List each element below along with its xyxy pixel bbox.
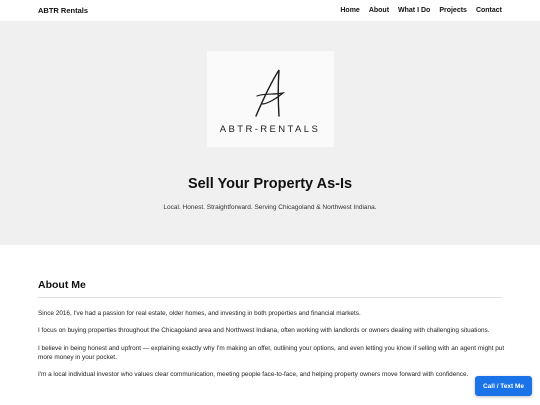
logo-a-mark-icon	[255, 69, 286, 117]
hero-title: Sell Your Property As-Is	[187, 176, 353, 192]
nav-about-link[interactable]: About	[369, 7, 389, 14]
nav-what-i-do-link[interactable]: What I Do	[398, 7, 430, 14]
nav-links: Home About What I Do Projects Contact	[340, 7, 502, 14]
about-paragraph: I focus on buying properties throughout …	[38, 327, 490, 335]
hero-subtitle: Local. Honest. Straightforward. Serving …	[163, 204, 377, 211]
about-section: About Me Since 2016, I've had a passion …	[0, 245, 540, 379]
nav-projects-link[interactable]: Projects	[439, 7, 467, 14]
nav-home-link[interactable]: Home	[340, 7, 359, 14]
about-paragraph: Since 2016, I've had a passion for real …	[38, 310, 361, 317]
about-paragraph: I believe in being honest and upfront — …	[38, 344, 505, 361]
hero-section: ABTR-RENTALS Sell Your Property As-Is Lo…	[0, 22, 540, 245]
top-navigation: ABTR Rentals Home About What I Do Projec…	[0, 0, 540, 22]
about-paragraph: I'm a local individual investor who valu…	[38, 371, 469, 379]
logo-wordmark: ABTR-RENTALS	[219, 124, 321, 135]
about-heading: About Me	[38, 279, 502, 298]
brand-name[interactable]: ABTR Rentals	[38, 6, 88, 15]
call-text-button[interactable]: Call / Text Me	[475, 376, 532, 396]
nav-contact-link[interactable]: Contact	[476, 7, 502, 14]
company-logo: ABTR-RENTALS	[206, 51, 334, 147]
